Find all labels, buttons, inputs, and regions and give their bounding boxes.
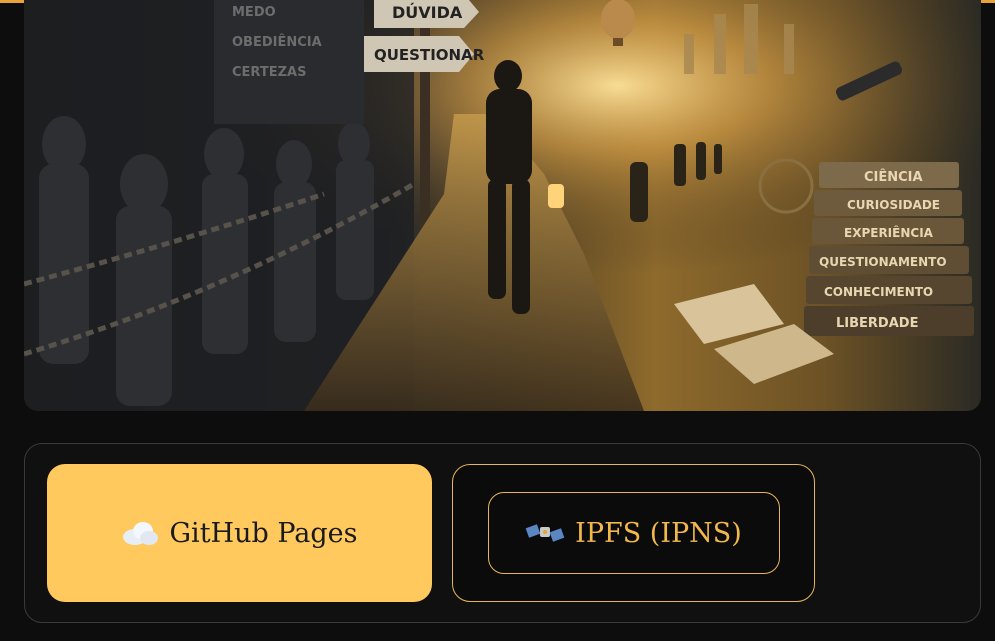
ipfs-button[interactable]: IPFS (IPNS) [487, 492, 780, 574]
sign-word-medo: MEDO [232, 5, 276, 20]
tab-ipfs-ipns[interactable]: IPFS (IPNS) [452, 464, 815, 602]
sign-word-obediencia: OBEDIÊNCIA [232, 34, 322, 50]
sign-word-certezas: CERTEZAS [232, 65, 306, 80]
tab-github-pages[interactable]: GitHub Pages [47, 464, 432, 602]
deployment-tab-bar: GitHub Pages IPFS (IPNS) [24, 443, 981, 623]
signpost-questionar: QUESTIONAR [374, 46, 485, 64]
tab-ipfs-label: IPFS (IPNS) [575, 517, 742, 549]
satellite-icon [525, 520, 565, 546]
tab-github-pages-label: GitHub Pages [169, 517, 358, 549]
signpost-duvida: DÚVIDA [392, 3, 463, 22]
book-ciencia: CIÊNCIA [864, 169, 923, 185]
hero-illustration: MEDO OBEDIÊNCIA CERTEZAS DÚVIDA QUESTION… [24, 0, 981, 411]
book-curiosidade: CURIOSIDADE [847, 198, 940, 212]
cloud-icon [121, 520, 159, 546]
book-conhecimento: CONHECIMENTO [824, 285, 933, 299]
book-experiencia: EXPERIÊNCIA [844, 225, 934, 240]
book-questionamento: QUESTIONAMENTO [819, 255, 947, 269]
book-liberdade: LIBERDADE [836, 316, 918, 331]
